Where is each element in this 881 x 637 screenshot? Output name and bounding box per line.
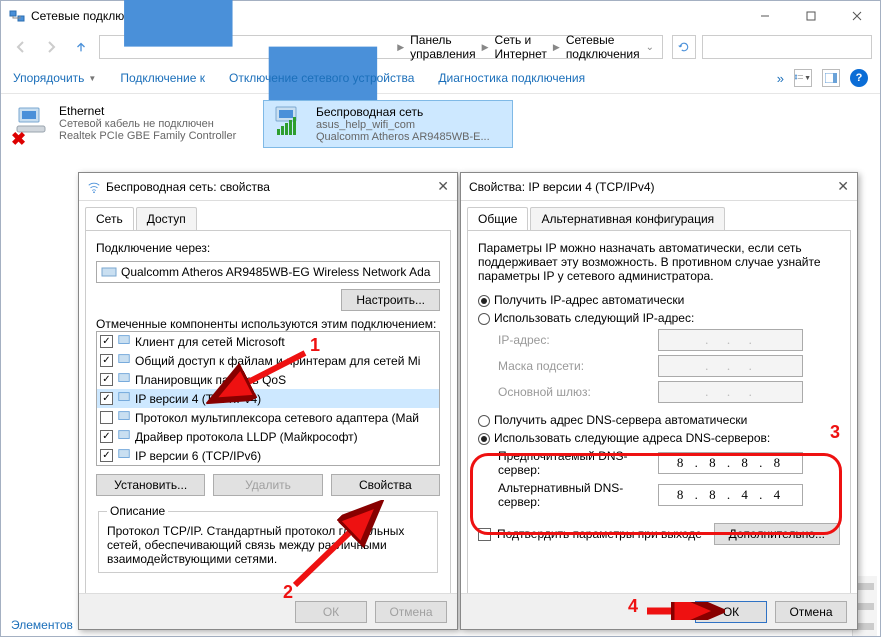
tab-network[interactable]: Сеть [85, 207, 134, 230]
dialog-titlebar: Беспроводная сеть: свойства ✕ [79, 173, 457, 201]
close-icon[interactable]: ✕ [437, 178, 449, 195]
cancel-button[interactable]: Отмена [375, 601, 447, 623]
checkbox[interactable] [100, 411, 113, 424]
up-button[interactable] [69, 35, 93, 59]
component-label: Драйвер протокола LLDP (Майкрософт) [135, 430, 358, 444]
annotation-arrow-1 [205, 348, 315, 411]
refresh-button[interactable] [672, 35, 696, 59]
tab-access[interactable]: Доступ [136, 207, 197, 230]
connections-list: ✖ Ethernet Сетевой кабель не подключен R… [1, 94, 880, 154]
radio-ip-auto[interactable] [478, 295, 490, 307]
checkbox[interactable]: ✓ [100, 335, 113, 348]
disable-device-button[interactable]: Отключение сетевого устройства [229, 71, 414, 85]
chevron-down-icon[interactable]: ⌄ [646, 42, 658, 53]
annotation-number-3: 3 [830, 422, 840, 443]
ip-address-field: . . . [658, 329, 803, 351]
tab-general[interactable]: Общие [467, 207, 528, 230]
cancel-button[interactable]: Отмена [775, 601, 847, 623]
annotation-number-4: 4 [628, 596, 638, 617]
breadcrumb-part[interactable]: Сетевые подключения [560, 33, 646, 61]
dialog-title: Беспроводная сеть: свойства [106, 180, 270, 194]
components-label: Отмеченные компоненты используются этим … [96, 317, 440, 331]
radio-ip-manual[interactable] [478, 313, 490, 325]
dialog-title: Свойства: IP версии 4 (TCP/IPv4) [469, 180, 655, 194]
adapter-field: Qualcomm Atheros AR9485WB-EG Wireless Ne… [96, 261, 440, 283]
connection-name: Беспроводная сеть [316, 105, 490, 119]
radio-dns-manual[interactable] [478, 433, 490, 445]
component-icon [117, 371, 131, 388]
component-row[interactable]: ✓ Драйвер протокола LLDP (Майкрософт) [97, 427, 439, 446]
minimize-button[interactable] [742, 1, 788, 31]
component-icon [117, 390, 131, 407]
connection-item[interactable]: Беспроводная сеть asus_help_wifi_com Qua… [263, 100, 513, 148]
dialog-titlebar: Свойства: IP версии 4 (TCP/IPv4) ✕ [461, 173, 857, 201]
network-icon [9, 8, 25, 24]
properties-button[interactable]: Свойства [331, 474, 440, 496]
gateway-field: . . . [658, 381, 803, 403]
network-icon [106, 0, 395, 192]
annotation-ring [470, 453, 842, 535]
organize-menu[interactable]: Упорядочить▼ [13, 71, 96, 85]
annotation-number-1: 1 [310, 335, 320, 356]
address-bar: ▶ Панель управления▶ Сеть и Интернет▶ Се… [1, 31, 880, 63]
back-button[interactable] [9, 35, 33, 59]
ok-button[interactable]: ОК [295, 601, 367, 623]
wifi-icon [87, 180, 101, 194]
help-text: Параметры IP можно назначать автоматичес… [478, 241, 840, 283]
forward-button[interactable] [39, 35, 63, 59]
radio-dns-auto[interactable] [478, 415, 490, 427]
more-menu[interactable]: » [777, 71, 784, 86]
preview-pane-button[interactable] [822, 69, 840, 87]
connect-via-label: Подключение через: [96, 241, 440, 255]
connection-item[interactable]: ✖ Ethernet Сетевой кабель не подключен R… [7, 100, 257, 148]
component-label: Протокол мультиплексора сетевого адаптер… [135, 411, 419, 425]
checkbox[interactable]: ✓ [100, 430, 113, 443]
tab-alt-config[interactable]: Альтернативная конфигурация [530, 207, 725, 230]
status-bar: Элементов [11, 618, 73, 632]
annotation-number-2: 2 [283, 582, 293, 603]
diagnose-button[interactable]: Диагностика подключения [438, 71, 585, 85]
checkbox[interactable]: ✓ [100, 449, 113, 462]
view-layout-button[interactable]: ▼ [794, 69, 812, 87]
breadcrumb-part[interactable]: Панель управления [404, 33, 481, 61]
connection-status: Сетевой кабель не подключен [59, 118, 236, 130]
connection-adapter: Realtek PCIe GBE Family Controller [59, 130, 236, 142]
close-button[interactable] [834, 1, 880, 31]
help-button[interactable]: ? [850, 69, 868, 87]
connect-to-button[interactable]: Подключение к [120, 71, 205, 85]
annotation-arrow-2 [285, 500, 395, 593]
connection-name: Ethernet [59, 104, 236, 118]
component-row[interactable]: ✓ IP версии 6 (TCP/IPv6) [97, 446, 439, 465]
x-icon: ✖ [11, 129, 26, 150]
install-button[interactable]: Установить... [96, 474, 205, 496]
component-icon [117, 333, 131, 350]
component-icon [117, 409, 131, 426]
ipv4-properties-dialog: Свойства: IP версии 4 (TCP/IPv4) ✕ Общие… [460, 172, 858, 630]
wifi-icon [272, 105, 308, 137]
connection-adapter: Qualcomm Atheros AR9485WB-E... [316, 131, 490, 143]
maximize-button[interactable] [788, 1, 834, 31]
checkbox[interactable]: ✓ [100, 354, 113, 367]
close-icon[interactable]: ✕ [837, 178, 849, 195]
checkbox[interactable]: ✓ [100, 392, 113, 405]
annotation-arrow-4 [645, 602, 725, 623]
configure-button[interactable]: Настроить... [341, 289, 440, 311]
subnet-mask-field: . . . [658, 355, 803, 377]
breadcrumb[interactable]: ▶ Панель управления▶ Сеть и Интернет▶ Се… [99, 35, 663, 59]
remove-button[interactable]: Удалить [213, 474, 322, 496]
breadcrumb-part[interactable]: Сеть и Интернет [489, 33, 553, 61]
adapter-icon [101, 264, 117, 280]
checkbox[interactable]: ✓ [100, 373, 113, 386]
component-label: IP версии 6 (TCP/IPv6) [135, 449, 261, 463]
search-input[interactable] [702, 35, 872, 59]
component-icon [117, 447, 131, 464]
component-label: Клиент для сетей Microsoft [135, 335, 285, 349]
connection-status: asus_help_wifi_com [316, 119, 490, 131]
component-icon [117, 352, 131, 369]
component-icon [117, 428, 131, 445]
